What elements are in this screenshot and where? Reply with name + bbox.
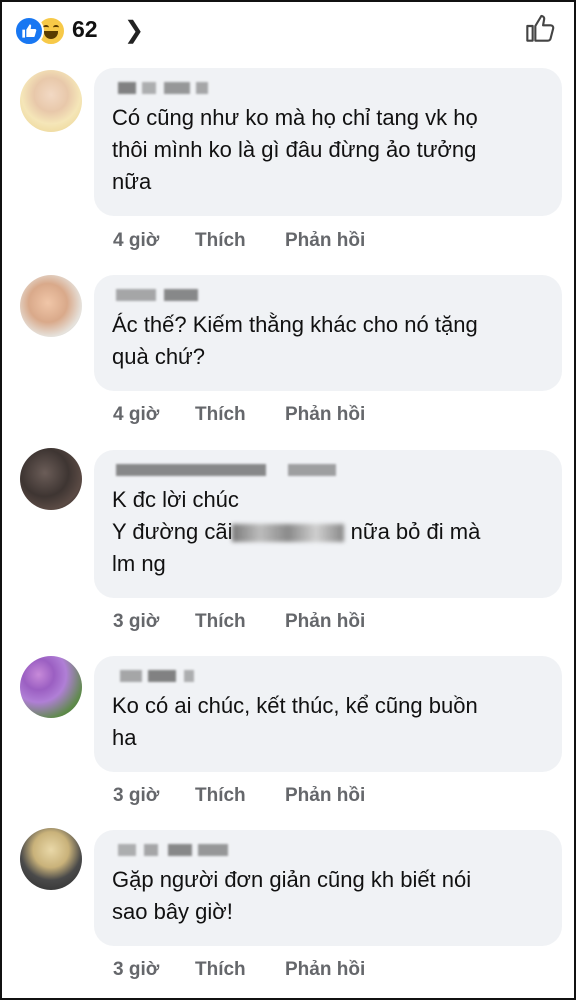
commenter-name-blurred <box>112 287 544 303</box>
like-outline-icon[interactable] <box>524 12 556 44</box>
like-button[interactable]: Thích <box>195 785 285 807</box>
comment-actions: 3 giờ Thích Phản hồi <box>113 785 365 807</box>
like-reaction-icon <box>14 16 44 46</box>
comment-bubble: Có cũng như ko mà họ chỉ tang vk họ thôi… <box>94 68 562 216</box>
avatar[interactable] <box>20 275 82 337</box>
comment-text: Gặp người đơn giản cũng kh biết nói sao … <box>112 867 472 924</box>
commenter-name-blurred <box>112 668 544 684</box>
comment-time: 3 giờ <box>113 785 160 806</box>
reply-button[interactable]: Phản hồi <box>285 230 365 252</box>
commenter-name-blurred <box>112 842 544 858</box>
reaction-count: 62 <box>72 16 98 42</box>
comment-bubble: Ko có ai chúc, kết thúc, kể cũng buồn ha <box>94 656 562 772</box>
comment-text: Có cũng như ko mà họ chỉ tang vk họ thôi… <box>112 105 478 194</box>
comments-screen: 62 ❯ Có cũng như ko mà họ chỉ tang vk họ… <box>0 0 576 1000</box>
avatar[interactable] <box>20 828 82 890</box>
commenter-name-blurred <box>112 462 544 478</box>
comment-actions: 3 giờ Thích Phản hồi <box>113 959 365 981</box>
commenter-name-blurred <box>112 80 544 96</box>
comment-time: 3 giờ <box>113 959 160 980</box>
like-button[interactable]: Thích <box>195 959 285 981</box>
reply-button[interactable]: Phản hồi <box>285 611 365 633</box>
comment-text: Ác thế? Kiếm thằng khác cho nó tặng quà … <box>112 312 478 369</box>
like-button[interactable]: Thích <box>195 611 285 633</box>
comment-bubble: Gặp người đơn giản cũng kh biết nói sao … <box>94 830 562 946</box>
comment-actions: 4 giờ Thích Phản hồi <box>113 404 365 426</box>
comment-actions: 4 giờ Thích Phản hồi <box>113 230 365 252</box>
reply-button[interactable]: Phản hồi <box>285 959 365 981</box>
comment-bubble: Ác thế? Kiếm thằng khác cho nó tặng quà … <box>94 275 562 391</box>
reactions-bar[interactable]: 62 ❯ <box>2 2 574 60</box>
comment-text: K đc lời chúc Y đường cãi nữa bỏ đi mà l… <box>112 487 481 576</box>
avatar[interactable] <box>20 70 82 132</box>
like-button[interactable]: Thích <box>195 404 285 426</box>
like-button[interactable]: Thích <box>195 230 285 252</box>
avatar[interactable] <box>20 656 82 718</box>
comment-time: 4 giờ <box>113 404 160 425</box>
comment-text: Ko có ai chúc, kết thúc, kể cũng buồn ha <box>112 693 478 750</box>
chevron-right-icon[interactable]: ❯ <box>124 16 144 45</box>
reply-button[interactable]: Phản hồi <box>285 404 365 426</box>
reply-button[interactable]: Phản hồi <box>285 785 365 807</box>
comment-actions: 3 giờ Thích Phản hồi <box>113 611 365 633</box>
censored-text <box>232 524 345 543</box>
comment-time: 3 giờ <box>113 611 160 632</box>
comment-time: 4 giờ <box>113 230 160 251</box>
avatar[interactable] <box>20 448 82 510</box>
comment-bubble: K đc lời chúc Y đường cãi nữa bỏ đi mà l… <box>94 450 562 598</box>
